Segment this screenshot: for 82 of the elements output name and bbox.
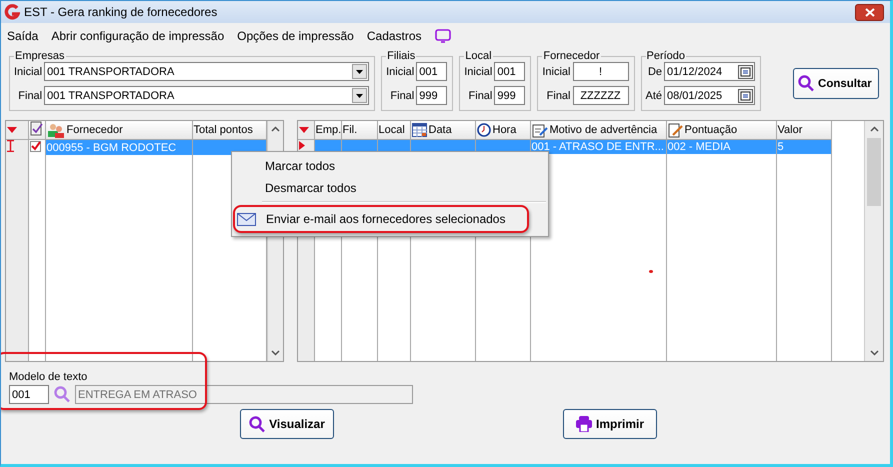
table-cell: 000955 - BGM RODOTEC: [45, 140, 192, 155]
group-title: Empresas: [14, 50, 66, 62]
table-cell: 002 - MEDIA: [666, 140, 776, 154]
menu-item[interactable]: Enviar e-mail aos fornecedores selecionados: [233, 205, 530, 233]
column-header[interactable]: Fil.: [341, 121, 377, 140]
description-field: ENTREGA EM ATRASO: [75, 385, 413, 404]
scroll-up-icon[interactable]: [870, 126, 879, 132]
column-header[interactable]: Local: [377, 121, 410, 140]
monitor-icon[interactable]: [434, 29, 451, 43]
date-field[interactable]: 08/01/2025: [664, 86, 756, 105]
row-pointer-icon: [299, 141, 305, 150]
table-cell: 5: [776, 140, 831, 154]
menu-item[interactable]: Saída: [7, 29, 38, 43]
pencil-paper-icon: [668, 122, 682, 138]
group-title: Local: [464, 50, 493, 62]
column-header[interactable]: Pontuação: [666, 121, 776, 140]
close-button[interactable]: [855, 4, 884, 20]
table-cell: 001 - ATRASO DE ENTR...: [530, 140, 666, 154]
input-field[interactable]: !: [572, 62, 628, 81]
input-field[interactable]: 001: [494, 62, 526, 81]
printer-icon: [576, 416, 592, 432]
scroll-down-icon[interactable]: [870, 350, 879, 356]
scroll-thumb[interactable]: [867, 138, 882, 206]
app-logo-icon: [4, 4, 20, 20]
column-header[interactable]: Total pontos: [192, 121, 266, 140]
column-header[interactable]: Data: [410, 121, 475, 140]
combo-box[interactable]: 001 TRANSPORTADORA: [44, 86, 370, 105]
window-title: EST - Gera ranking de fornecedores: [24, 5, 218, 19]
column-header[interactable]: Motivo de advertência: [530, 121, 666, 140]
field-label: Final: [390, 90, 414, 102]
field-label: Até: [646, 90, 662, 102]
input-field[interactable]: 001: [416, 62, 448, 81]
column-header[interactable]: Valor: [776, 121, 831, 140]
field-label: Inicial: [386, 66, 414, 78]
group-title: Período: [646, 50, 686, 62]
group-title: Filiais: [386, 50, 416, 62]
input-field[interactable]: 001: [9, 385, 49, 404]
menu-item[interactable]: Cadastros: [366, 29, 422, 43]
menu-item[interactable]: Abrir configuração de impressão: [51, 29, 224, 43]
field-label: Final: [18, 90, 42, 102]
calendar-icon: [412, 123, 426, 137]
calendar-icon: [740, 66, 752, 76]
people-icon: [46, 122, 64, 138]
field-label: Inicial: [14, 66, 42, 78]
close-icon: [864, 8, 874, 16]
input-field[interactable]: 999: [494, 86, 526, 105]
search-button[interactable]: Consultar: [793, 68, 880, 99]
search-icon: [54, 386, 70, 403]
column-header[interactable]: Hora: [475, 121, 530, 140]
input-field[interactable]: 999: [416, 86, 448, 105]
date-field[interactable]: 01/12/2024: [664, 62, 756, 81]
dropdown-arrow-icon: [299, 127, 309, 133]
column-header[interactable]: Fornecedor: [45, 121, 192, 140]
menu-item[interactable]: Opções de impressão: [237, 29, 354, 43]
field-label: Inicial: [542, 66, 570, 78]
field-label: Final: [546, 90, 570, 102]
field-label: Inicial: [464, 66, 492, 78]
dropdown-arrow-icon: [356, 70, 364, 74]
stray-mark: [649, 270, 653, 273]
group-title: Fornecedor: [542, 50, 601, 62]
print-button[interactable]: Imprimir: [563, 409, 657, 439]
text-cursor-icon: [7, 140, 14, 152]
clock-icon: [476, 123, 490, 137]
preview-button[interactable]: Visualizar: [240, 409, 334, 439]
dropdown-arrow-icon: [7, 127, 17, 133]
combo-box[interactable]: 001 TRANSPORTADORA: [44, 62, 370, 81]
input-field[interactable]: ZZZZZZ: [572, 86, 628, 105]
menu-item[interactable]: Marcar todos: [232, 155, 548, 177]
clipboard-pen-icon: [532, 122, 548, 138]
envelope-icon: [237, 212, 256, 226]
checkbox[interactable]: [30, 140, 40, 152]
scroll-up-icon[interactable]: [270, 126, 280, 132]
column-header[interactable]: Emp.: [314, 121, 341, 140]
field-label: Final: [468, 90, 492, 102]
search-icon: [249, 416, 266, 432]
field-label: De: [648, 66, 662, 78]
calendar-icon: [740, 90, 752, 100]
dropdown-arrow-icon: [356, 94, 364, 98]
field-label: Modelo de texto: [9, 371, 88, 383]
menu-item[interactable]: Desmarcar todos: [232, 177, 548, 199]
search-icon: [798, 75, 814, 92]
scroll-down-icon[interactable]: [270, 350, 280, 356]
